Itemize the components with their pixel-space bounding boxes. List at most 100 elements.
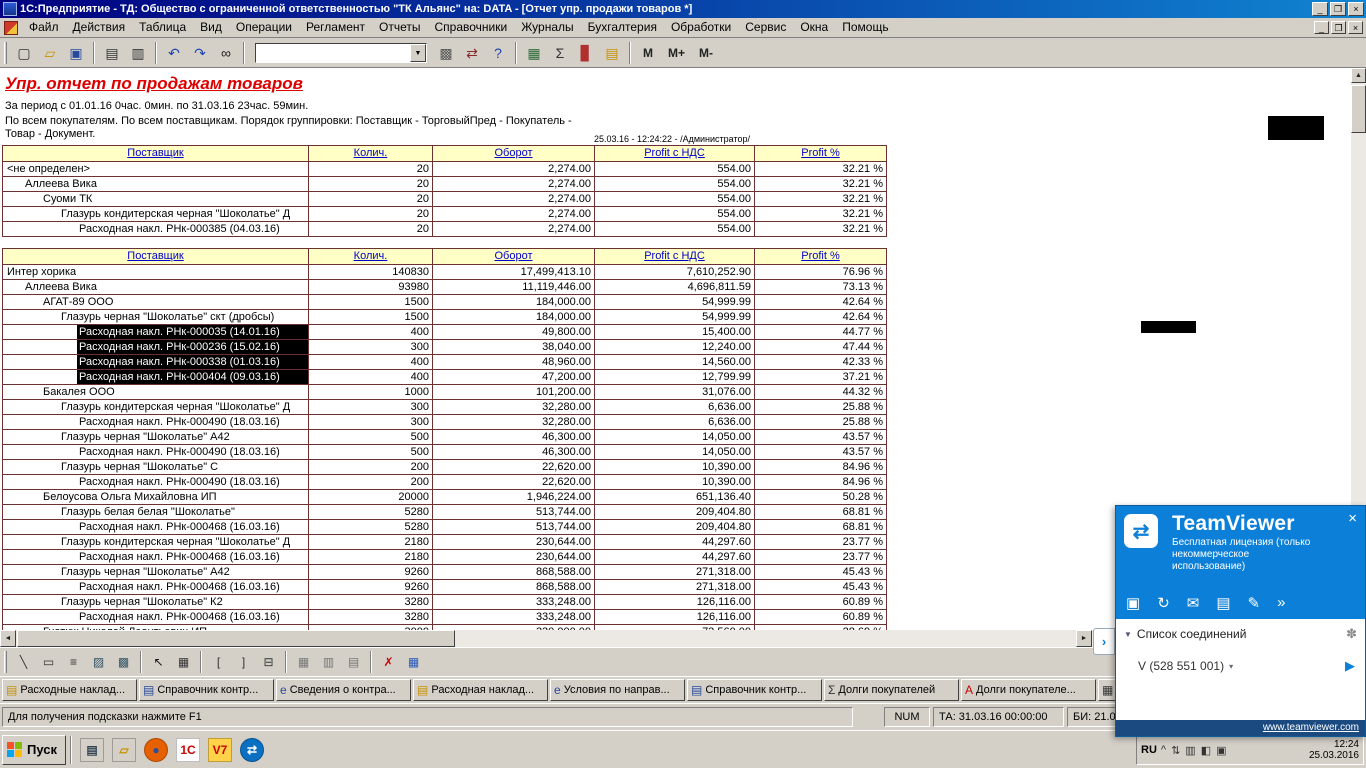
table-row[interactable]: Глазурь белая белая "Шоколатье"5280513,7…: [3, 505, 887, 520]
menu-item[interactable]: Файл: [22, 18, 66, 38]
panes-icon[interactable]: ▤: [342, 651, 365, 673]
table-row[interactable]: Глазурь кондитерская черная "Шоколатье" …: [3, 400, 887, 415]
open-icon[interactable]: ▱: [38, 41, 62, 64]
monitor-icon[interactable]: ▩: [434, 41, 458, 64]
table-row[interactable]: Расходная накл. РНк-000404 (09.03.16)400…: [3, 370, 887, 385]
chevron-down-icon[interactable]: ▼: [410, 44, 426, 62]
column-header[interactable]: Profit %: [755, 249, 887, 265]
redo-icon[interactable]: ↷: [188, 41, 212, 64]
video-icon[interactable]: ▣: [1126, 594, 1140, 612]
print-preview-icon[interactable]: ▥: [126, 41, 150, 64]
m-minus-button[interactable]: М-: [693, 41, 719, 64]
exchange-icon[interactable]: ⇄: [460, 41, 484, 64]
chat-icon[interactable]: ✉: [1187, 594, 1200, 612]
network-icon[interactable]: ⇅: [1171, 744, 1180, 757]
close-button[interactable]: ×: [1348, 2, 1364, 16]
grid-icon[interactable]: ▦: [292, 651, 315, 673]
menu-item[interactable]: Помощь: [835, 18, 895, 38]
window-button[interactable]: еУсловия по направ...: [550, 679, 685, 701]
column-header[interactable]: Колич.: [309, 249, 433, 265]
window-button[interactable]: ▤Справочник контр...: [139, 679, 274, 701]
table-row[interactable]: Расходная накл. РНк-000338 (01.03.16)400…: [3, 355, 887, 370]
horizontal-scroll-thumb[interactable]: [17, 630, 455, 647]
new-icon[interactable]: ▢: [12, 41, 36, 64]
column-header[interactable]: Profit с НДС: [595, 146, 755, 162]
column-header[interactable]: Profit с НДС: [595, 249, 755, 265]
menu-item[interactable]: Вид: [193, 18, 229, 38]
1c-icon[interactable]: 1С: [172, 735, 204, 765]
window-button[interactable]: ▤Справочник контр...: [687, 679, 822, 701]
table-row[interactable]: Белоусова Ольга Михайловна ИП200001,946,…: [3, 490, 887, 505]
line-tool-icon[interactable]: ╲: [12, 651, 35, 673]
sections-icon[interactable]: ⊟: [257, 651, 280, 673]
scroll-up-arrow[interactable]: ▲: [1351, 68, 1366, 83]
display-icon[interactable]: ▥: [1185, 744, 1195, 757]
window-button[interactable]: еСведения о контра...: [276, 679, 411, 701]
audio-icon[interactable]: ↻: [1157, 594, 1170, 612]
object-tool-icon[interactable]: ▩: [112, 651, 135, 673]
connection-item[interactable]: V (528 551 001) ▾ ▶: [1138, 658, 1357, 674]
menu-item[interactable]: Действия: [66, 18, 133, 38]
column-header[interactable]: Поставщик: [3, 146, 309, 162]
restore-button[interactable]: ❐: [1330, 2, 1346, 16]
table-edit-icon[interactable]: ▦: [522, 41, 546, 64]
teamviewer-collapse-handle[interactable]: ›: [1093, 628, 1115, 655]
rect-tool-icon[interactable]: ▭: [37, 651, 60, 673]
connections-list-header[interactable]: ▼ Список соединений ✽: [1124, 626, 1357, 642]
column-header[interactable]: Оборот: [433, 146, 595, 162]
teamviewer-icon[interactable]: ⇄: [236, 735, 268, 765]
table-row[interactable]: Расходная накл. РНк-000468 (16.03.16)926…: [3, 580, 887, 595]
picture-tool-icon[interactable]: ▨: [87, 651, 110, 673]
bracket-close-icon[interactable]: ]: [232, 651, 255, 673]
table-row[interactable]: Глазурь черная "Шоколатье" А4250046,300.…: [3, 430, 887, 445]
table-row[interactable]: Глазурь кондитерская черная "Шоколатье" …: [3, 535, 887, 550]
table-row[interactable]: Глазурь черная "Шоколатье" С20022,620.00…: [3, 460, 887, 475]
firefox-icon[interactable]: ●: [140, 735, 172, 765]
find-icon[interactable]: ∞: [214, 41, 238, 64]
headers-icon[interactable]: ▥: [317, 651, 340, 673]
column-header[interactable]: Оборот: [433, 249, 595, 265]
table-row[interactable]: Расходная накл. РНк-000035 (14.01.16)400…: [3, 325, 887, 340]
menu-item[interactable]: Регламент: [299, 18, 372, 38]
menu-item[interactable]: Операции: [229, 18, 299, 38]
table-row[interactable]: <не определен>202,274.00554.0032.21 %: [3, 162, 887, 177]
table-row[interactable]: Расходная накл. РНк-000468 (16.03.16)218…: [3, 550, 887, 565]
file-transfer-icon[interactable]: ▤: [1216, 594, 1230, 612]
v7-icon[interactable]: V7: [204, 735, 236, 765]
table-row[interactable]: Аллеева Вика9398011,119,446.004,696,811.…: [3, 280, 887, 295]
table-row[interactable]: Суоми ТК202,274.00554.0032.21 %: [3, 192, 887, 207]
scroll-left-arrow[interactable]: ◄: [0, 630, 16, 647]
table-row[interactable]: Расходная накл. РНк-000490 (18.03.16)300…: [3, 415, 887, 430]
table-row[interactable]: Глазурь черная "Шоколатье" К23280333,248…: [3, 595, 887, 610]
table-sum-icon[interactable]: Σ: [548, 41, 572, 64]
clock[interactable]: 12:24 25.03.2016: [1309, 739, 1359, 761]
table-row[interactable]: Аллеева Вика202,274.00554.0032.21 %: [3, 177, 887, 192]
table-row[interactable]: Глазурь черная "Шоколатье" А429260868,58…: [3, 565, 887, 580]
language-indicator[interactable]: RU: [1141, 744, 1157, 756]
save-icon[interactable]: ▣: [64, 41, 88, 64]
horizontal-scrollbar[interactable]: ◄ ►: [0, 630, 1093, 647]
table-row[interactable]: Расходная накл. РНк-000236 (15.02.16)300…: [3, 340, 887, 355]
mdi-minimize-button[interactable]: _: [1314, 21, 1329, 34]
volume-icon[interactable]: ◧: [1201, 744, 1211, 757]
column-header[interactable]: Колич.: [309, 146, 433, 162]
view-mode-icon[interactable]: ▦: [172, 651, 195, 673]
help-icon[interactable]: ?: [486, 41, 510, 64]
chevron-down-icon[interactable]: ▾: [1229, 662, 1233, 671]
undo-icon[interactable]: ↶: [162, 41, 186, 64]
column-header[interactable]: Profit %: [755, 146, 887, 162]
table-chart-icon[interactable]: ▊: [574, 41, 598, 64]
minimize-button[interactable]: _: [1312, 2, 1328, 16]
column-header[interactable]: Поставщик: [3, 249, 309, 265]
print-icon[interactable]: ▤: [100, 41, 124, 64]
book-icon[interactable]: ▤: [600, 41, 624, 64]
menu-item[interactable]: Таблица: [132, 18, 193, 38]
show-desktop-icon[interactable]: ▤: [76, 735, 108, 765]
m-plus-button[interactable]: М+: [662, 41, 691, 64]
menu-item[interactable]: Справочники: [428, 18, 515, 38]
close-icon[interactable]: ×: [1348, 510, 1357, 527]
table-row[interactable]: Бакалея ООО1000101,200.0031,076.0044.32 …: [3, 385, 887, 400]
menu-item[interactable]: Бухгалтерия: [581, 18, 664, 38]
table-row[interactable]: Расходная накл. РНк-000468 (16.03.16)328…: [3, 610, 887, 625]
text-tool-icon[interactable]: ≡: [62, 651, 85, 673]
